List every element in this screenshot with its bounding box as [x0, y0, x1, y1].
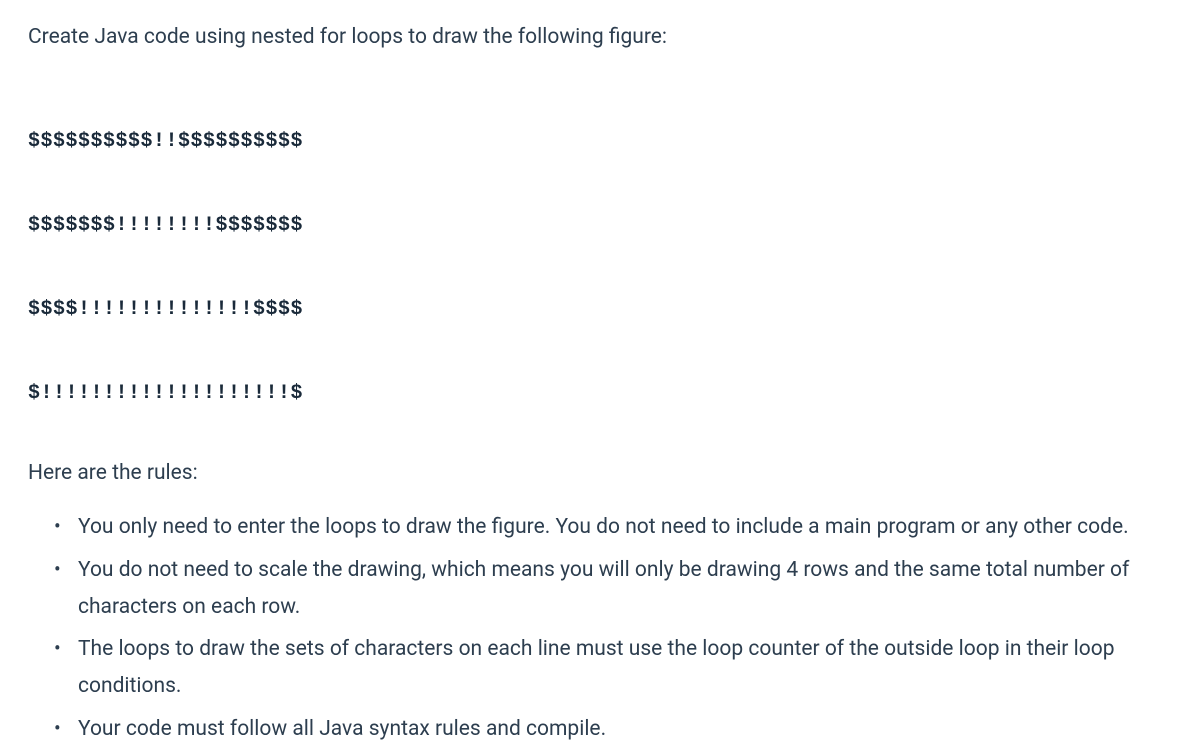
ascii-figure: $$$$$$$$$$!!$$$$$$$$$$ $$$$$$$!!!!!!!!$$… [28, 72, 1172, 436]
rules-list: You only need to enter the loops to draw… [28, 509, 1172, 748]
rules-heading: Here are the rules: [28, 458, 1172, 490]
list-item: The loops to draw the sets of characters… [58, 631, 1172, 705]
figure-line: $$$$$$$$$$!!$$$$$$$$$$ [28, 128, 1172, 156]
figure-line: $!!!!!!!!!!!!!!!!!!!!$ [28, 380, 1172, 408]
intro-paragraph: Create Java code using nested for loops … [28, 22, 1172, 54]
list-item: You only need to enter the loops to draw… [58, 509, 1172, 546]
list-item: Your code must follow all Java syntax ru… [58, 711, 1172, 748]
figure-line: $$$$!!!!!!!!!!!!!!$$$$ [28, 296, 1172, 324]
figure-line: $$$$$$$!!!!!!!!$$$$$$$ [28, 212, 1172, 240]
list-item: You do not need to scale the drawing, wh… [58, 552, 1172, 626]
